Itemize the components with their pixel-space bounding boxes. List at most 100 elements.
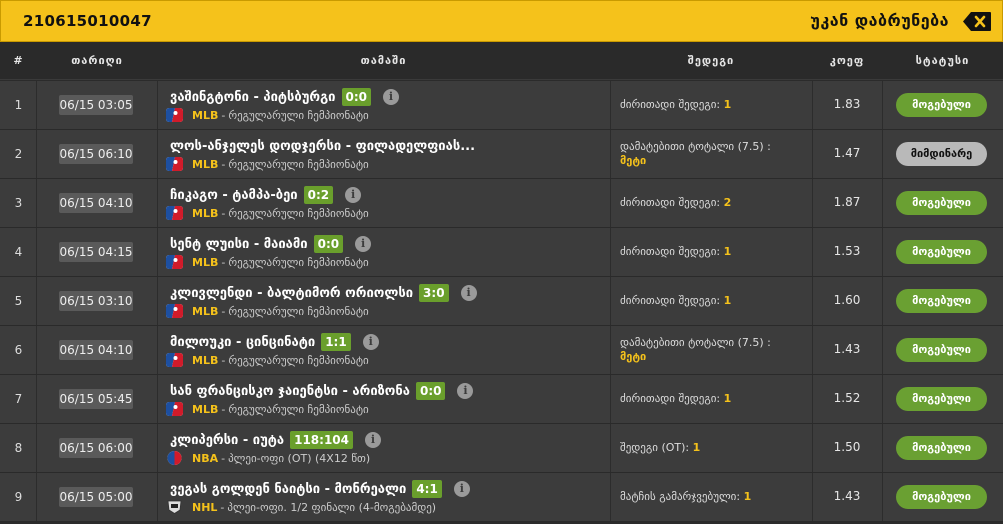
pick-label: ძირითადი შედეგი: [620, 196, 721, 209]
status-badge[interactable]: მოგებული [896, 191, 987, 215]
column-header-date: თარიღი [71, 54, 123, 67]
column-divider [157, 424, 158, 472]
match-title[interactable]: ჩიკაგო - ტამპა-ბეი [170, 188, 298, 203]
league-name: MLB [192, 402, 219, 416]
match-line: კლიპერსი - იუტა 118:104 i [170, 430, 382, 450]
odds-value: 1.52 [833, 391, 861, 405]
league-description: რეგულარული ჩემპიონატი [228, 353, 369, 367]
mlb-logo-icon [166, 304, 183, 318]
mlb-logo-icon [166, 402, 183, 416]
match-line: ჩიკაგო - ტამპა-ბეი 0:2 i [170, 185, 362, 205]
backspace-icon[interactable] [962, 11, 992, 32]
column-divider [157, 81, 158, 129]
league-line: MLB - რეგულარული ჩემპიონატი [166, 206, 369, 220]
status-badge[interactable]: მოგებული [896, 387, 987, 411]
table-row[interactable]: 4 06/15 04:15 სენტ ლუისი - მაიამი 0:0 i MLB - რ… [0, 228, 1003, 277]
column-divider [882, 473, 883, 521]
match-title[interactable]: მილოუკი - ცინცინატი [170, 335, 315, 350]
match-title[interactable]: სან ფრანცისკო ჯაიენტსი - არიზონა [170, 384, 410, 399]
column-divider [882, 277, 883, 325]
table-row[interactable]: 7 06/15 05:45 სან ფრანცისკო ჯაიენტსი - არი… [0, 375, 1003, 424]
column-divider [610, 277, 611, 325]
match-title[interactable]: სენტ ლუისი - მაიამი [170, 237, 308, 252]
row-number: 5 [14, 294, 23, 308]
pick-value: 1 [723, 392, 732, 405]
league-name: MLB [192, 255, 219, 269]
status-badge[interactable]: მოგებული [896, 93, 987, 117]
column-divider [157, 277, 158, 325]
table-row[interactable]: 9 06/15 05:00 ვეგას გოლდენ ნაიტსი - მონრეა… [0, 473, 1003, 522]
match-title[interactable]: ვეგას გოლდენ ნაიტსი - მონრეალი [170, 482, 406, 497]
match-line: ვაშინგტონი - პიტსბურგი 0:0 i [170, 87, 400, 107]
table-row[interactable]: 8 06/15 06:00 კლიპერსი - იუტა 118:104 i NBA - პ… [0, 424, 1003, 473]
league-line: NHL - პლეი-ოფი. 1/2 ფინალი (4-მოგებამდე) [166, 500, 436, 514]
odds-value: 1.47 [833, 146, 861, 160]
info-icon[interactable]: i [460, 285, 477, 301]
row-number: 2 [14, 147, 23, 161]
back-button-label[interactable]: უკან დაბრუნება [810, 11, 949, 30]
match-title[interactable]: ლოს-ანჯელეს დოდჯერსი - ფილადელფიას... [170, 139, 475, 154]
date-badge: 06/15 03:05 [59, 95, 133, 115]
info-icon[interactable]: i [345, 187, 362, 203]
pick-label: ძირითადი შედეგი: [620, 245, 721, 258]
odds-value: 1.43 [833, 489, 861, 503]
status-badge[interactable]: მოგებული [896, 485, 987, 509]
info-icon[interactable]: i [355, 236, 372, 252]
table-row[interactable]: 6 06/15 04:10 მილოუკი - ცინცინატი 1:1 i MLB - რ… [0, 326, 1003, 375]
info-icon[interactable]: i [365, 432, 382, 448]
column-divider [157, 326, 158, 374]
pick-label: ძირითადი შედეგი: [620, 294, 721, 307]
column-header-pick: შედეგი [687, 54, 735, 67]
bet-header: 210615010047 უკან დაბრუნება [0, 0, 1003, 42]
info-icon[interactable]: i [457, 383, 474, 399]
league-name: MLB [192, 157, 219, 171]
match-title[interactable]: კლიპერსი - იუტა [170, 433, 284, 448]
status-badge[interactable]: მოგებული [896, 436, 987, 460]
league-name: NBA [192, 451, 219, 465]
row-number: 4 [14, 245, 23, 259]
date-badge: 06/15 04:10 [59, 193, 133, 213]
score-badge: 0:2 [303, 186, 334, 204]
info-icon[interactable]: i [453, 481, 470, 497]
column-divider [610, 81, 611, 129]
info-icon[interactable]: i [362, 334, 379, 350]
table-row[interactable]: 5 06/15 03:10 კლივლენდი - ბალტიმორ ორიოლსი… [0, 277, 1003, 326]
pick-value: 1 [723, 245, 732, 258]
column-divider [610, 179, 611, 227]
table-row[interactable]: 3 06/15 04:10 ჩიკაგო - ტამპა-ბეი 0:2 i MLB - რე… [0, 179, 1003, 228]
league-separator: - [221, 353, 226, 367]
date-badge: 06/15 06:10 [59, 144, 133, 164]
match-title[interactable]: კლივლენდი - ბალტიმორ ორიოლსი [170, 286, 413, 301]
league-name: MLB [192, 304, 219, 318]
status-badge[interactable]: მიმდინარე [896, 142, 987, 166]
pick-value: მეტი [620, 154, 647, 167]
score-badge: 4:1 [412, 480, 442, 498]
table-row[interactable]: 1 06/15 03:05 ვაშინგტონი - პიტსბურგი 0:0 i ML… [0, 81, 1003, 130]
pick-label: ძირითადი შედეგი: [620, 98, 721, 111]
odds-value: 1.83 [833, 97, 861, 111]
pick-cell: მატჩის გამარჯვებული: 1 [620, 490, 810, 503]
league-line: MLB - რეგულარული ჩემპიონატი [166, 353, 369, 367]
match-title[interactable]: ვაშინგტონი - პიტსბურგი [170, 90, 336, 105]
pick-label: მატჩის გამარჯვებული: [620, 490, 741, 503]
row-number: 8 [14, 441, 23, 455]
pick-value: მეტი [620, 350, 647, 363]
pick-value: 1 [743, 490, 752, 503]
mlb-logo-icon [166, 206, 183, 220]
odds-value: 1.43 [833, 342, 861, 356]
row-number: 6 [14, 343, 23, 357]
column-header-odds: კოეფ [829, 54, 865, 67]
league-name: MLB [192, 108, 219, 122]
match-line: სენტ ლუისი - მაიამი 0:0 i [170, 234, 372, 254]
status-badge[interactable]: მოგებული [896, 289, 987, 313]
status-badge[interactable]: მოგებული [896, 240, 987, 264]
pick-label: ძირითადი შედეგი: [620, 392, 721, 405]
score-badge: 1:1 [321, 333, 351, 351]
pick-label: დამატებითი ტოტალი (7.5) : [620, 336, 771, 349]
table-row[interactable]: 2 06/15 06:10 ლოს-ანჯელეს დოდჯერსი - ფილად… [0, 130, 1003, 179]
status-badge[interactable]: მოგებული [896, 338, 987, 362]
column-header-match: თამაში [360, 54, 407, 67]
column-divider [610, 375, 611, 423]
info-icon[interactable]: i [383, 89, 400, 105]
match-line: ლოს-ანჯელეს დოდჯერსი - ფილადელფიას... [170, 136, 475, 156]
